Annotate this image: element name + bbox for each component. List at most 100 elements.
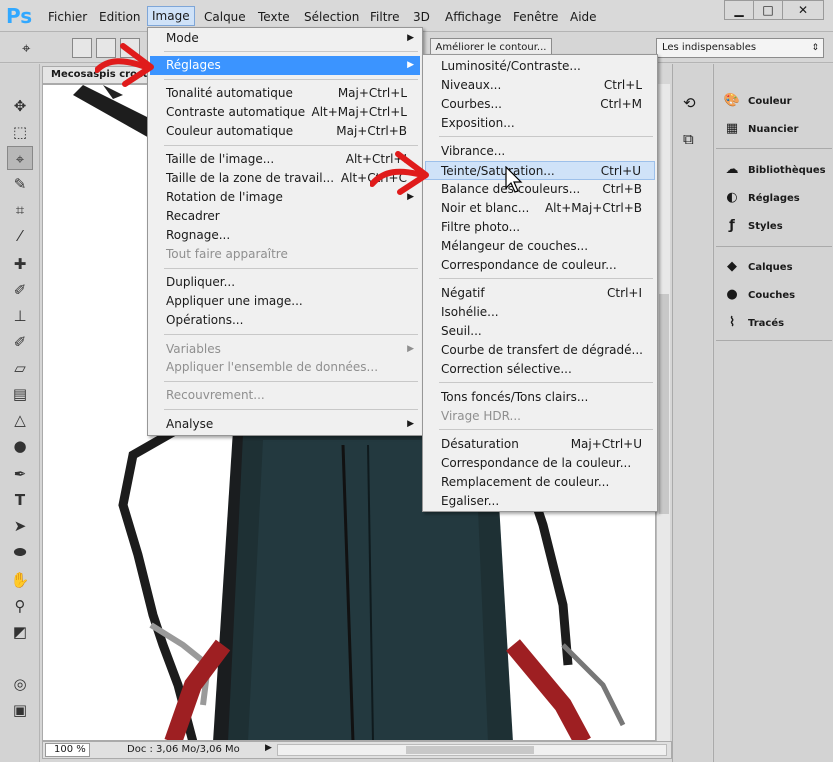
panel-couches[interactable]: ● Couches [722,284,795,306]
menu-item-correspondance-couleur[interactable]: Correspondance de couleur... [425,256,655,275]
panel-divider [716,340,832,341]
brush-tool-icon[interactable]: ✐ [7,278,33,302]
panel-calques[interactable]: ◆ Calques [722,256,793,278]
vertical-scroll-thumb[interactable] [659,294,669,514]
menu-edition[interactable]: Edition [99,9,141,25]
status-menu-arrow-icon[interactable]: ▶ [265,743,272,753]
menu-item-vibrance[interactable]: Vibrance... [425,142,655,161]
menu-item-rognage[interactable]: Rognage... [150,226,420,245]
menu-fenetre[interactable]: Fenêtre [513,9,558,25]
menu-item-courbe-transfert[interactable]: Courbe de transfert de dégradé... [425,341,655,360]
properties-panel-icon[interactable]: ⧉ [683,130,694,148]
menu-texte[interactable]: Texte [258,9,290,25]
menu-item-negatif[interactable]: Négatif Ctrl+I [425,284,655,303]
menu-item-egaliser[interactable]: Egaliser... [425,492,655,511]
horizontal-scroll-thumb[interactable] [406,746,534,754]
lasso-tool-icon[interactable]: ⌖ [7,146,33,170]
eyedropper-tool-icon[interactable]: ⁄ [7,224,33,248]
blur-tool-icon[interactable]: △ [7,408,33,432]
menu-separator [439,136,653,137]
menu-image[interactable]: Image [147,6,195,26]
menu-item-tonalite-auto[interactable]: Tonalité automatique Maj+Ctrl+L [150,84,420,103]
menu-affichage[interactable]: Affichage [445,9,501,25]
panel-reglages[interactable]: ◐ Réglages [722,187,799,209]
zoom-tool-icon[interactable]: ⚲ [7,594,33,618]
panel-nuancier[interactable]: ▦ Nuancier [722,118,799,140]
menu-item-mode[interactable]: Mode ▶ [150,29,420,48]
menu-item-label: Courbe de transfert de dégradé... [441,343,643,357]
healing-brush-tool-icon[interactable]: ✚ [7,252,33,276]
vertical-scrollbar[interactable] [656,84,670,741]
menu-calque[interactable]: Calque [204,9,246,25]
menu-item-noir-blanc[interactable]: Noir et blanc... Alt+Maj+Ctrl+B [425,199,655,218]
menu-item-contraste-auto[interactable]: Contraste automatique Alt+Maj+Ctrl+L [150,103,420,122]
menu-item-correspondance-de-la-couleur[interactable]: Correspondance de la couleur... [425,454,655,473]
menu-item-reglages[interactable]: Réglages ▶ [150,56,420,75]
panel-styles[interactable]: ƒ Styles [722,215,783,237]
type-tool-icon[interactable]: T [7,488,33,512]
polygonal-lasso-preset-icon[interactable]: ⌖ [22,39,30,57]
image-menu: Mode ▶ Réglages ▶ Tonalité automatique Maj+… [147,27,423,436]
menu-fichier[interactable]: Fichier [48,9,87,25]
menu-item-analyse[interactable]: Analyse ▶ [150,415,420,434]
panel-traces[interactable]: ⌇ Tracés [722,312,784,334]
menu-item-remplacement-couleur[interactable]: Remplacement de couleur... [425,473,655,492]
marquee-tool-icon[interactable]: ⬚ [7,120,33,144]
eraser-tool-icon[interactable]: ▱ [7,356,33,380]
minimize-button[interactable]: ▁ [724,0,754,20]
menu-item-label: Réglages [166,58,221,72]
horizontal-scrollbar[interactable] [277,744,667,756]
path-selection-tool-icon[interactable]: ➤ [7,514,33,538]
quick-selection-tool-icon[interactable]: ✎ [7,172,33,196]
menu-item-seuil[interactable]: Seuil... [425,322,655,341]
gradient-tool-icon[interactable]: ▤ [7,382,33,406]
crop-tool-icon[interactable]: ⌗ [7,198,33,222]
panel-bibliotheques[interactable]: ☁ Bibliothèques [722,159,826,181]
menu-item-desaturation[interactable]: Désaturation Maj+Ctrl+U [425,435,655,454]
pen-tool-icon[interactable]: ✒ [7,462,33,486]
menu-item-tons-fonces-clairs[interactable]: Tons foncés/Tons clairs... [425,388,655,407]
reglages-submenu: Luminosité/Contraste... Niveaux... Ctrl+L… [422,54,658,512]
screen-mode-icon[interactable]: ▣ [7,698,33,722]
menu-aide[interactable]: Aide [570,9,597,25]
menu-separator [164,145,418,146]
panel-couleur[interactable]: 🎨 Couleur [722,90,792,112]
menu-item-filtre-photo[interactable]: Filtre photo... [425,218,655,237]
menu-selection[interactable]: Sélection [304,9,359,25]
menu-item-isohelie[interactable]: Isohélie... [425,303,655,322]
quick-mask-icon[interactable]: ◎ [7,672,33,696]
close-button[interactable]: ✕ [782,0,824,20]
menu-item-melangeur-couches[interactable]: Mélangeur de couches... [425,237,655,256]
menu-item-exposition[interactable]: Exposition... [425,114,655,133]
panel-divider [716,148,832,149]
clone-stamp-tool-icon[interactable]: ⊥ [7,304,33,328]
history-brush-tool-icon[interactable]: ✐ [7,330,33,354]
menu-item-appliquer-image[interactable]: Appliquer une image... [150,292,420,311]
history-panel-icon[interactable]: ⟲ [683,94,696,112]
menu-item-label: Tout faire apparaître [166,247,288,261]
menu-3d[interactable]: 3D [413,9,430,25]
menu-item-teinte-saturation[interactable]: Teinte/Saturation... Ctrl+U [425,161,655,180]
color-swatches-icon[interactable]: ◩ [7,620,33,644]
dodge-tool-icon[interactable]: ● [7,434,33,458]
move-tool-icon[interactable]: ✥ [7,94,33,118]
menu-item-dupliquer[interactable]: Dupliquer... [150,273,420,292]
menu-item-recadrer[interactable]: Recadrer [150,207,420,226]
new-selection-icon[interactable] [72,38,92,58]
hand-tool-icon[interactable]: ✋ [7,568,33,592]
menu-item-appliquer-ensemble: Appliquer l'ensemble de données... [150,358,420,377]
menu-filtre[interactable]: Filtre [370,9,399,25]
menu-item-label: Recadrer [166,209,220,223]
maximize-button[interactable]: □ [753,0,783,20]
menu-item-couleur-auto[interactable]: Couleur automatique Maj+Ctrl+B [150,122,420,141]
shape-tool-icon[interactable]: ⬬ [7,540,33,564]
menu-item-label: Analyse [166,417,214,431]
menu-item-luminosite-contraste[interactable]: Luminosité/Contraste... [425,57,655,76]
workspace-select[interactable]: Les indispensables ⇕ [656,38,824,58]
menu-item-niveaux[interactable]: Niveaux... Ctrl+L [425,76,655,95]
menu-item-correction-selective[interactable]: Correction sélective... [425,360,655,379]
menu-item-courbes[interactable]: Courbes... Ctrl+M [425,95,655,114]
menu-item-operations[interactable]: Opérations... [150,311,420,330]
zoom-field[interactable]: 100 % [45,743,90,757]
menu-item-balance-couleurs[interactable]: Balance des couleurs... Ctrl+B [425,180,655,199]
